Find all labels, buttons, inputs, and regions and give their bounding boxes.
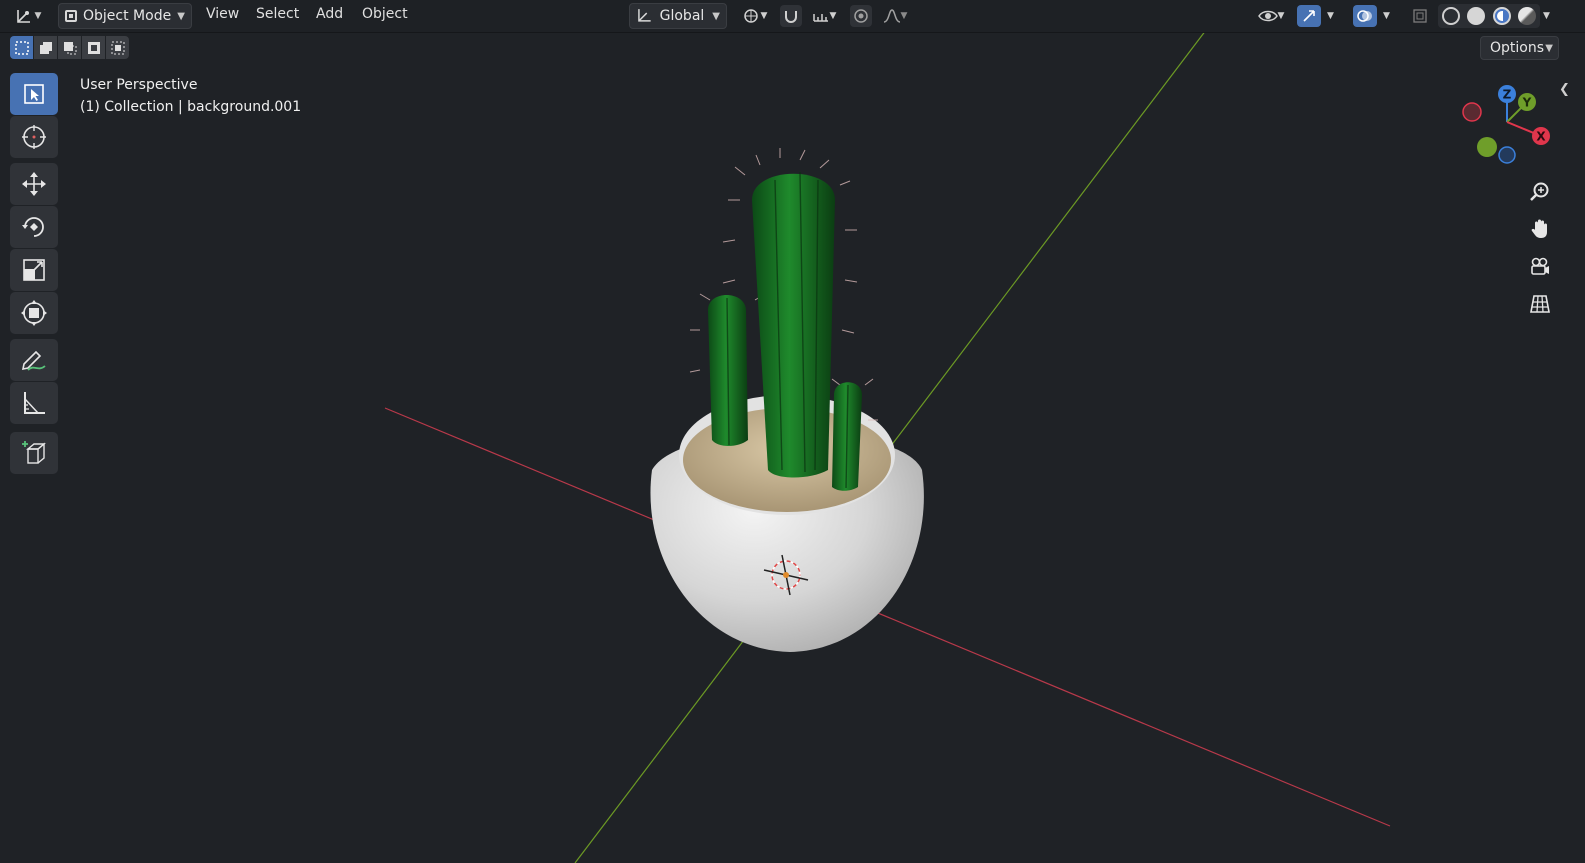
select-intersect-icon [111,41,124,54]
select-intersect-button[interactable] [106,36,129,59]
viewport-info: User Perspective (1) Collection | backgr… [80,74,301,118]
select-subtract-button[interactable] [58,36,81,59]
sidebar-expand-icon[interactable]: ❮ [1559,82,1570,97]
chevron-down-icon: ▼ [177,10,185,22]
overlays-toggle[interactable] [1353,5,1377,27]
gizmo-z-label: Z [1503,88,1512,102]
select-box-tool[interactable] [10,73,58,115]
chevron-down-icon: ▼ [34,11,42,21]
mode-dropdown[interactable]: Object Mode ▼ [58,3,192,29]
menu-select[interactable]: Select [256,6,299,22]
chevron-down-icon: ▼ [829,11,837,21]
move-icon [22,172,46,196]
overlays-icon [1357,10,1372,22]
mode-label: Object Mode [83,8,172,24]
pivot-point-button[interactable]: ▼ [738,5,772,27]
cactus-plant[interactable] [689,148,878,491]
rotate-icon [22,217,44,237]
snap-increment-icon [812,14,828,22]
orientation-icon [638,9,651,22]
gizmo-x-label: X [1536,130,1546,144]
chevron-down-icon[interactable]: ▼ [1543,5,1550,27]
viewport-header: ▼ Object Mode ▼ View Select Add Object G… [0,0,1585,33]
collection-label: (1) Collection | background.001 [80,99,302,115]
chevron-down-icon: ▼ [760,11,768,21]
perspective-label: User Perspective [80,77,198,93]
toggle-ortho-button[interactable] [1524,288,1556,320]
3d-viewport[interactable] [0,0,1585,863]
pivot-icon [743,9,758,23]
add-cube-tool[interactable] [10,432,58,474]
camera-view-button[interactable] [1524,251,1556,283]
y-axis-line [574,4,1226,863]
menu-view[interactable]: View [206,6,239,22]
gizmo-icon [1303,10,1315,22]
measure-tool[interactable] [10,382,58,424]
chevron-down-icon[interactable]: ▼ [1383,5,1390,27]
scale-icon [23,259,45,281]
cursor-tool[interactable] [10,116,58,158]
material-preview-shading-icon[interactable] [1492,7,1511,25]
select-extend-icon [39,41,52,54]
snap-toggle[interactable] [780,5,802,27]
pan-button[interactable] [1524,213,1556,245]
object-mode-icon [65,10,77,22]
transform-tool[interactable] [10,292,58,334]
options-label: Options [1490,40,1545,56]
select-new-button[interactable] [10,36,33,59]
proportional-editing-toggle[interactable] [850,5,872,27]
viewport-scene[interactable] [0,0,1585,863]
proportional-edit-icon [854,9,868,23]
viewport-editor-icon [16,10,30,23]
rendered-shading-icon[interactable] [1518,7,1537,25]
annotate-pencil-icon [21,350,46,371]
snap-target-dropdown[interactable]: ▼ [806,5,842,27]
chevron-down-icon[interactable]: ▼ [1327,5,1334,27]
eye-icon [1257,10,1278,22]
shading-mode-group [1438,4,1540,28]
solid-shading-icon[interactable] [1467,7,1486,25]
gizmo-toggle[interactable] [1297,5,1321,27]
options-dropdown[interactable]: Options ▼ [1480,36,1559,60]
falloff-dropdown[interactable]: ▼ [878,5,912,27]
navigation-gizmo[interactable]: Z Y X [1455,80,1555,170]
magnet-icon [785,11,797,23]
menu-add[interactable]: Add [316,6,343,22]
annotate-tool[interactable] [10,339,58,381]
select-box-icon [24,84,44,104]
falloff-curve-icon [883,9,900,23]
grid-perspective-icon [1530,295,1550,313]
selection-mode-group [10,36,129,59]
hand-pan-icon [1531,219,1547,238]
select-invert-icon [87,41,100,54]
chevron-down-icon: ▼ [1277,11,1285,21]
visibility-dropdown[interactable]: ▼ [1252,5,1290,27]
3d-cursor-icon [22,125,46,149]
xray-toggle[interactable] [1409,5,1431,27]
wireframe-shading-icon[interactable] [1441,7,1460,25]
gizmo-y-label: Y [1522,96,1532,110]
zoom-magnifier-icon [1530,182,1549,201]
zoom-button[interactable] [1524,176,1556,208]
chevron-down-icon: ▼ [712,10,720,22]
select-invert-button[interactable] [82,36,105,59]
select-subtract-icon [63,41,76,54]
editor-type-button[interactable]: ▼ [9,4,47,28]
measure-ruler-icon [24,392,45,414]
camera-icon [1531,257,1549,275]
select-new-icon [14,40,29,55]
rotate-tool[interactable] [10,206,58,248]
move-tool[interactable] [10,163,58,205]
xray-icon [1413,9,1427,23]
select-extend-button[interactable] [34,36,57,59]
orientation-label: Global [659,8,705,24]
chevron-down-icon: ▼ [1545,42,1553,54]
scale-tool[interactable] [10,249,58,291]
add-cube-icon [22,441,46,464]
chevron-down-icon: ▼ [900,11,908,21]
transform-orientation-dropdown[interactable]: Global ▼ [629,3,727,29]
menu-object[interactable]: Object [362,6,408,22]
transform-icon [21,300,47,326]
